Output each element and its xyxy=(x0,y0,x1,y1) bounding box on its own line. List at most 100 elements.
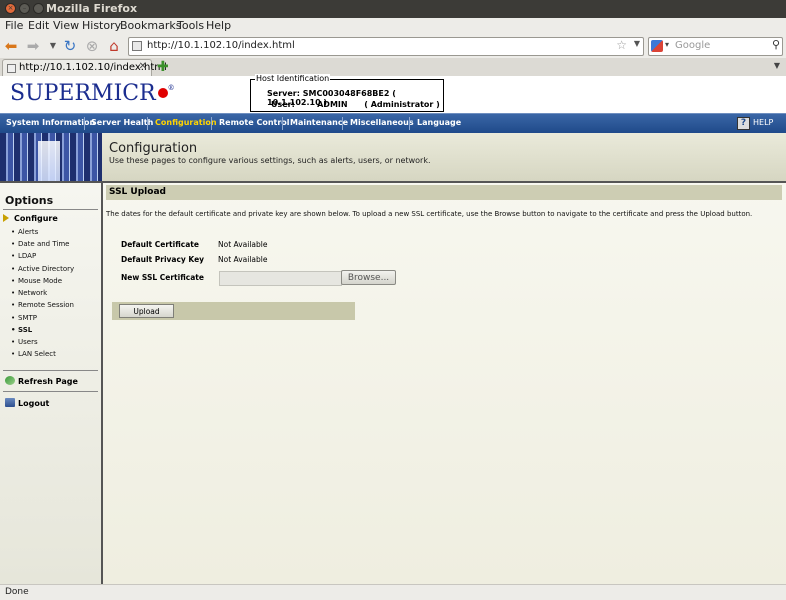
menu-view[interactable]: View xyxy=(53,19,79,32)
url-bar[interactable]: http://10.1.102.10/index.html ☆ ▼ xyxy=(128,37,644,56)
options-sidebar: Options Configure Alerts Date and Time L… xyxy=(0,183,103,584)
search-bar[interactable]: ▾ Google ⚲ xyxy=(648,37,783,56)
page-header: SUPERMICR ® Host Identification Server: S… xyxy=(0,74,786,113)
user-label: User: xyxy=(271,100,295,109)
sidebar-item-remote-session[interactable]: Remote Session xyxy=(11,301,74,309)
menu-bar: File Edit View History Bookmarks Tools H… xyxy=(0,18,786,34)
help-icon[interactable]: ? xyxy=(737,117,750,130)
default-privacy-key-label: Default Privacy Key xyxy=(121,255,205,264)
nav-configuration[interactable]: Configuration xyxy=(155,118,217,127)
upload-button[interactable]: Upload xyxy=(119,304,174,318)
sidebar-item-ldap[interactable]: LDAP xyxy=(11,252,36,260)
logo-text: SUPERMICR xyxy=(10,81,156,106)
sidebar-item-lan-select[interactable]: LAN Select xyxy=(11,350,56,358)
nav-system-information[interactable]: System Information xyxy=(6,118,95,127)
google-engine-icon[interactable] xyxy=(651,40,663,52)
site-favicon-icon xyxy=(132,41,142,51)
forward-icon[interactable]: ➡ xyxy=(24,37,42,55)
window-titlebar: × – Mozilla Firefox xyxy=(0,0,786,18)
nav-separator xyxy=(409,117,410,130)
sidebar-item-users[interactable]: Users xyxy=(11,338,38,346)
user-value: ADMIN xyxy=(317,100,348,109)
tab-strip: http://10.1.102.10/index.html ✕ ✚ ▼ xyxy=(0,58,786,77)
sidebar-section-configure[interactable]: Configure xyxy=(14,214,58,223)
user-role: ( Administrator ) xyxy=(364,100,440,109)
sidebar-item-smtp[interactable]: SMTP xyxy=(11,314,37,322)
refresh-icon xyxy=(5,376,15,385)
banner-title: Configuration xyxy=(109,141,198,156)
stop-icon[interactable]: ⊗ xyxy=(83,37,101,55)
sidebar-item-mouse-mode[interactable]: Mouse Mode xyxy=(11,277,62,285)
sidebar-item-network[interactable]: Network xyxy=(11,289,47,297)
search-icon[interactable]: ⚲ xyxy=(772,38,780,51)
section-title: SSL Upload xyxy=(106,185,782,200)
url-text: http://10.1.102.10/index.html xyxy=(147,40,295,51)
nav-separator xyxy=(147,117,148,130)
history-dropdown-icon[interactable]: ▼ xyxy=(44,37,62,55)
back-icon[interactable]: ⬅ xyxy=(2,37,20,55)
menu-edit[interactable]: Edit xyxy=(28,19,49,32)
default-privacy-key-value: Not Available xyxy=(218,255,268,264)
server-room-image xyxy=(0,133,102,181)
banner-subtitle: Use these pages to configure various set… xyxy=(109,156,431,165)
user-line: User: ADMIN ( Administrator ) xyxy=(271,100,440,109)
browse-button[interactable]: Browse... xyxy=(341,270,396,285)
close-window-icon[interactable]: × xyxy=(5,3,16,14)
page-banner: Configuration Use these pages to configu… xyxy=(0,133,786,183)
menu-help[interactable]: Help xyxy=(206,19,231,32)
section-description: The dates for the default certificate an… xyxy=(106,210,753,218)
ssl-certificate-file-input[interactable] xyxy=(219,271,342,286)
search-placeholder: Google xyxy=(675,40,711,51)
sidebar-divider xyxy=(3,391,98,392)
sidebar-divider xyxy=(3,370,98,371)
nav-separator xyxy=(282,117,283,130)
registered-mark-icon: ® xyxy=(167,84,175,92)
nav-remote-control[interactable]: Remote Control xyxy=(219,118,290,127)
nav-miscellaneous[interactable]: Miscellaneous xyxy=(350,118,414,127)
sidebar-item-alerts[interactable]: Alerts xyxy=(11,228,38,236)
menu-file[interactable]: File xyxy=(5,19,23,32)
nav-language[interactable]: Language xyxy=(417,118,461,127)
sidebar-divider xyxy=(3,209,98,210)
reload-icon[interactable]: ↻ xyxy=(61,37,79,55)
menu-bookmarks[interactable]: Bookmarks xyxy=(120,19,181,32)
sidebar-title: Options xyxy=(5,194,54,207)
sidebar-item-ssl[interactable]: SSL xyxy=(11,326,32,334)
host-identification: Host Identification Server: SMC003048F68… xyxy=(250,74,444,112)
default-certificate-value: Not Available xyxy=(218,240,268,249)
server-label: Server: xyxy=(267,89,300,98)
nav-separator xyxy=(84,117,85,130)
tab-list-icon[interactable]: ▼ xyxy=(774,61,780,70)
nav-separator xyxy=(211,117,212,130)
minimize-window-icon[interactable]: – xyxy=(19,3,30,14)
refresh-page-link[interactable]: Refresh Page xyxy=(5,376,78,386)
logo-dot xyxy=(157,88,168,98)
logout-icon xyxy=(5,398,15,407)
nav-separator xyxy=(342,117,343,130)
window-title: Mozilla Firefox xyxy=(46,2,138,15)
host-legend: Host Identification xyxy=(255,74,331,83)
home-icon[interactable]: ⌂ xyxy=(105,37,123,55)
logout-link[interactable]: Logout xyxy=(5,398,49,408)
bookmark-star-icon[interactable]: ☆ xyxy=(616,38,627,52)
url-dropdown-icon[interactable]: ▼ xyxy=(634,39,640,48)
main-navigation: System Information Server Health Configu… xyxy=(0,113,786,133)
expanded-arrow-icon xyxy=(3,214,9,222)
close-tab-icon[interactable]: ✕ xyxy=(139,61,147,72)
default-certificate-label: Default Certificate xyxy=(121,240,199,249)
nav-server-health[interactable]: Server Health xyxy=(91,118,153,127)
tab-index[interactable]: http://10.1.102.10/index.html ✕ xyxy=(2,59,167,77)
sidebar-item-active-directory[interactable]: Active Directory xyxy=(11,265,74,273)
supermicro-logo: SUPERMICR ® xyxy=(10,81,175,106)
nav-maintenance[interactable]: Maintenance xyxy=(290,118,348,127)
help-link[interactable]: HELP xyxy=(753,118,773,127)
maximize-window-icon[interactable] xyxy=(33,3,44,14)
menu-tools[interactable]: Tools xyxy=(177,19,204,32)
status-text: Done xyxy=(5,587,29,597)
main-content: SSL Upload The dates for the default cer… xyxy=(103,183,786,584)
sidebar-item-date-and-time[interactable]: Date and Time xyxy=(11,240,69,248)
engine-dropdown-icon[interactable]: ▾ xyxy=(665,40,669,49)
navigation-toolbar: ⬅ ➡ ▼ ↻ ⊗ ⌂ http://10.1.102.10/index.htm… xyxy=(0,34,786,59)
menu-history[interactable]: History xyxy=(82,19,121,32)
new-tab-icon[interactable]: ✚ xyxy=(157,59,169,75)
